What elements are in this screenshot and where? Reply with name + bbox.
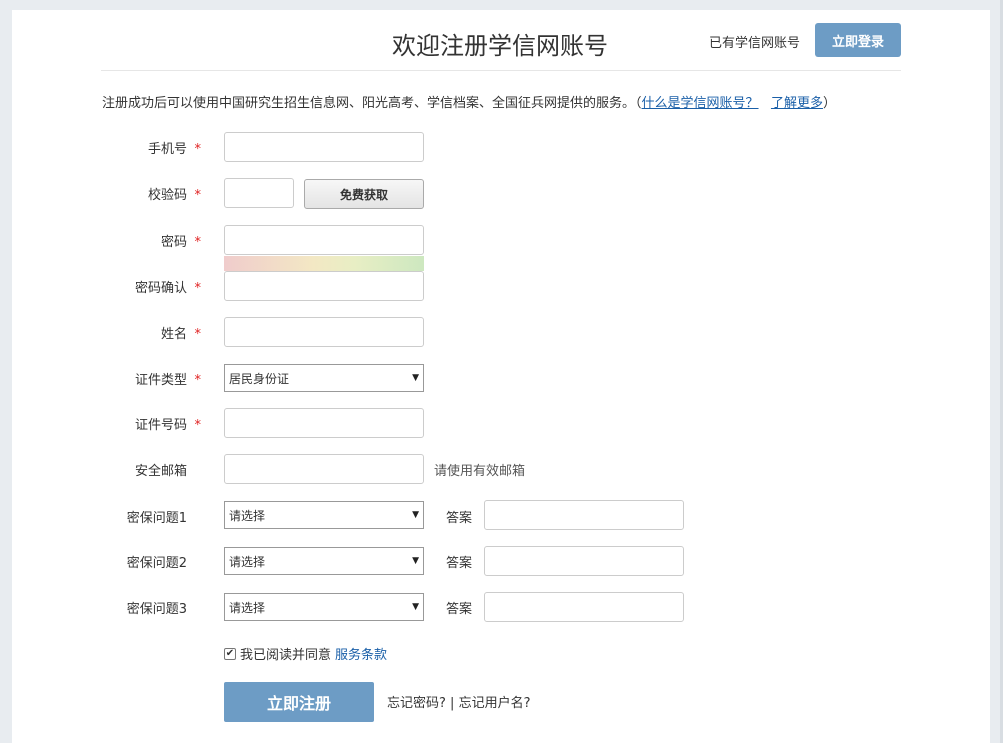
page-title: 欢迎注册学信网账号 (392, 32, 608, 60)
password-confirm-input[interactable] (224, 271, 424, 301)
name-label: 姓名 * (160, 327, 202, 342)
answer-2-input[interactable] (484, 546, 684, 576)
code-input[interactable] (224, 178, 294, 208)
password-strength-bar (224, 256, 424, 271)
id-type-selected: 居民身份证 (229, 371, 290, 386)
required-mark: * (194, 188, 202, 203)
get-code-button[interactable]: 免费获取 (304, 179, 424, 209)
register-button[interactable]: 立即注册 (224, 682, 374, 722)
answer-2-label: 答案 (446, 556, 473, 571)
name-input[interactable] (224, 317, 424, 347)
answer-3-input[interactable] (484, 592, 684, 622)
security-question-1-label: 密保问题1 (126, 511, 187, 526)
email-input[interactable] (224, 454, 424, 484)
login-button[interactable]: 立即登录 (815, 23, 901, 57)
email-label: 安全邮箱 (134, 464, 187, 479)
link-separator: | (450, 696, 455, 711)
security-question-3-selected: 请选择 (229, 600, 266, 615)
id-number-label: 证件号码 * (134, 418, 202, 433)
agree-text: 我已阅读并同意 (240, 648, 332, 663)
answer-1-input[interactable] (484, 500, 684, 530)
intro-close: ） (822, 96, 836, 111)
chevron-down-icon: ▼ (412, 556, 419, 566)
terms-link[interactable]: 服务条款 (335, 644, 387, 663)
header-divider (101, 70, 901, 71)
security-question-1-selected: 请选择 (229, 508, 266, 523)
required-mark: * (194, 142, 202, 157)
required-mark: * (194, 281, 202, 296)
password-label: 密码 * (160, 235, 202, 250)
security-question-1-select[interactable]: 请选择 ▼ (224, 501, 424, 529)
learn-more-link[interactable]: 了解更多 (771, 96, 823, 111)
intro-text: 注册成功后可以使用中国研究生招生信息网、阳光高考、学信档案、全国征兵网提供的服务… (102, 92, 836, 111)
security-question-3-label: 密保问题3 (126, 602, 187, 617)
id-type-label: 证件类型 * (134, 373, 202, 388)
security-question-2-select[interactable]: 请选择 ▼ (224, 547, 424, 575)
id-type-select[interactable]: 居民身份证 ▼ (224, 364, 424, 392)
chevron-down-icon: ▼ (412, 373, 419, 383)
agree-checkbox[interactable]: ✔ (224, 647, 236, 660)
security-question-2-label: 密保问题2 (126, 556, 187, 571)
password-confirm-label: 密码确认 * (134, 281, 202, 296)
chevron-down-icon: ▼ (412, 602, 419, 612)
forgot-links: 忘记密码? | 忘记用户名? (387, 692, 530, 711)
email-hint: 请使用有效邮箱 (434, 464, 526, 479)
chevron-down-icon: ▼ (412, 510, 419, 520)
answer-1-label: 答案 (446, 511, 473, 526)
required-mark: * (194, 327, 202, 342)
security-question-3-select[interactable]: 请选择 ▼ (224, 593, 424, 621)
agree-row: ✔ 我已阅读并同意 服务条款 (224, 644, 387, 663)
required-mark: * (194, 418, 202, 433)
register-panel: 欢迎注册学信网账号 已有学信网账号 立即登录 注册成功后可以使用中国研究生招生信… (12, 10, 990, 743)
check-icon: ✔ (225, 647, 235, 659)
forgot-username-link[interactable]: 忘记用户名? (459, 696, 531, 711)
code-label: 校验码 * (147, 188, 202, 203)
phone-input[interactable] (224, 132, 424, 162)
required-mark: * (194, 373, 202, 388)
have-account-text: 已有学信网账号 (709, 36, 801, 51)
answer-3-label: 答案 (446, 602, 473, 617)
forgot-password-link[interactable]: 忘记密码? (387, 696, 446, 711)
intro-body: 注册成功后可以使用中国研究生招生信息网、阳光高考、学信档案、全国征兵网提供的服务… (102, 96, 642, 111)
required-mark: * (194, 235, 202, 250)
what-is-account-link[interactable]: 什么是学信网账号？ (642, 96, 759, 111)
id-number-input[interactable] (224, 408, 424, 438)
phone-label: 手机号 * (147, 142, 202, 157)
security-question-2-selected: 请选择 (229, 554, 266, 569)
password-input[interactable] (224, 225, 424, 255)
